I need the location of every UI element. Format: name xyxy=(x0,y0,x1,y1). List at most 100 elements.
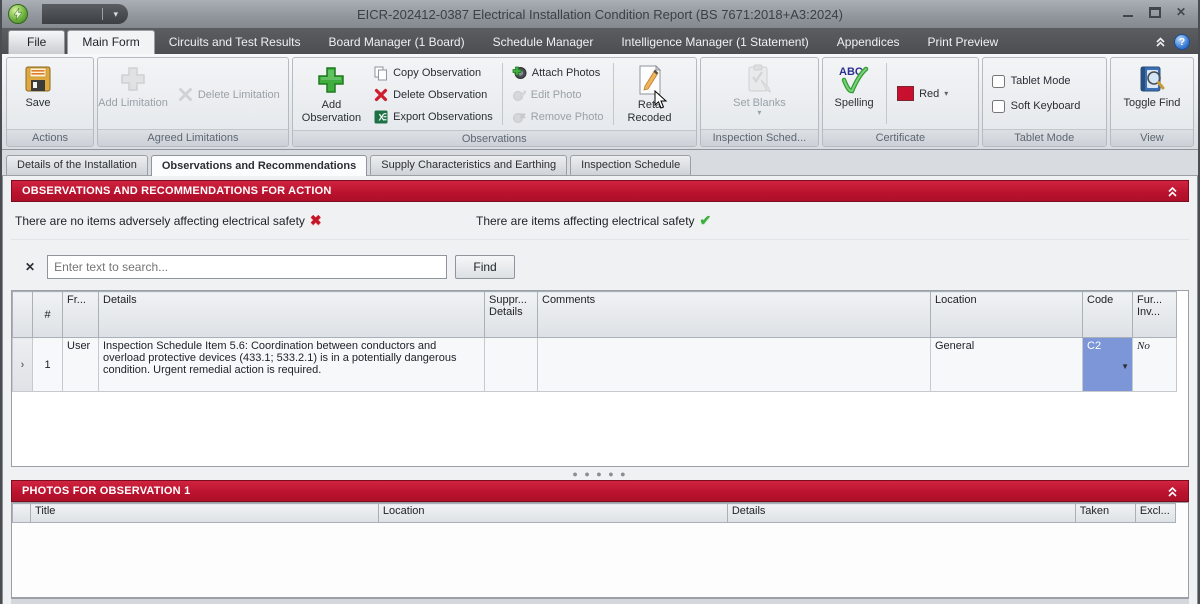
collapse-panel-icon[interactable] xyxy=(1167,186,1178,197)
divider xyxy=(886,63,887,124)
col-code[interactable]: Code xyxy=(1083,292,1133,338)
save-button[interactable]: Save xyxy=(10,60,66,127)
help-button[interactable]: ? xyxy=(1174,34,1190,50)
tab-main-form[interactable]: Main Form xyxy=(67,30,154,54)
col-further-investigation[interactable]: Fur...Inv... xyxy=(1133,292,1177,338)
remove-photo-label: Remove Photo xyxy=(531,111,604,123)
tab-print-preview[interactable]: Print Preview xyxy=(914,31,1013,54)
cell-further-investigation[interactable]: No xyxy=(1133,338,1177,392)
photos-col-location[interactable]: Location xyxy=(378,504,727,523)
tab-circuits[interactable]: Circuits and Test Results xyxy=(155,31,315,54)
find-button[interactable]: Find xyxy=(455,255,515,279)
app-icon[interactable] xyxy=(8,4,28,24)
tab-file[interactable]: File xyxy=(8,30,65,54)
col-from[interactable]: Fr... xyxy=(63,292,99,338)
delete-x-icon xyxy=(178,87,193,102)
divider xyxy=(613,63,614,125)
photos-panel-header: PHOTOS FOR OBSERVATION 1 xyxy=(11,480,1189,502)
photos-col-taken[interactable]: Taken xyxy=(1075,504,1135,523)
edit-photo-button[interactable]: Edit Photo xyxy=(507,84,609,106)
attach-photos-icon xyxy=(512,66,527,80)
cell-location[interactable]: General xyxy=(931,338,1083,392)
group-tablet-mode: Tablet Mode Soft Keyboard Tablet Mode xyxy=(982,57,1107,147)
maximize-button[interactable] xyxy=(1149,7,1161,18)
add-limitation-button[interactable]: Add Limitation xyxy=(101,60,165,127)
recoded-label: RetaRecoded xyxy=(628,99,672,125)
tablet-mode-label: Tablet Mode xyxy=(1011,75,1071,87)
doctab-supply-characteristics[interactable]: Supply Characteristics and Earthing xyxy=(370,155,567,175)
collapse-photos-panel-icon[interactable] xyxy=(1167,486,1178,497)
photos-col-title[interactable]: Title xyxy=(31,504,379,523)
observations-panel-header: OBSERVATIONS AND RECOMMENDATIONS FOR ACT… xyxy=(11,180,1189,202)
recoded-button[interactable]: RetaRecoded xyxy=(618,60,682,128)
copy-observation-button[interactable]: Copy Observation xyxy=(369,62,498,84)
photos-col-excl[interactable]: Excl... xyxy=(1135,504,1175,523)
remove-photo-button[interactable]: Remove Photo xyxy=(507,106,609,128)
photos-col-indicator xyxy=(13,504,31,523)
soft-keyboard-checkbox[interactable] xyxy=(992,100,1005,113)
group-actions: Save Actions xyxy=(6,57,94,147)
photos-header-row: Title Location Details Taken Excl... xyxy=(13,504,1176,523)
code-color-label: Red xyxy=(919,88,939,100)
set-blanks-button[interactable]: Set Blanks ▾ xyxy=(727,60,792,127)
add-observation-button[interactable]: AddObservation xyxy=(296,60,367,128)
toggle-find-button[interactable]: Toggle Find xyxy=(1118,60,1187,127)
cell-number[interactable]: 1 xyxy=(33,338,63,392)
tab-schedule-manager[interactable]: Schedule Manager xyxy=(479,31,608,54)
qat-dropdown-icon[interactable]: ▾ xyxy=(113,9,118,20)
tablet-mode-checkbox-row[interactable]: Tablet Mode xyxy=(986,73,1103,90)
cell-code-dropdown[interactable]: C2▼ xyxy=(1083,338,1133,392)
group-certificate: ABC Spelling Red ▾ Certificate xyxy=(822,57,979,147)
clear-search-icon[interactable]: ✕ xyxy=(11,260,39,274)
code-color-dropdown[interactable]: Red ▾ xyxy=(891,60,954,127)
pencil-document-icon xyxy=(635,64,665,96)
col-suppress-details[interactable]: Suppr...Details xyxy=(485,292,538,338)
col-location[interactable]: Location xyxy=(931,292,1083,338)
col-number[interactable]: # xyxy=(33,292,63,338)
cell-details[interactable]: Inspection Schedule Item 5.6: Coordinati… xyxy=(99,338,485,392)
delete-limitation-button[interactable]: Delete Limitation xyxy=(173,84,285,106)
collapse-ribbon-icon[interactable] xyxy=(1155,37,1166,48)
observations-panel-title: OBSERVATIONS AND RECOMMENDATIONS FOR ACT… xyxy=(22,185,331,197)
red-x-icon xyxy=(374,88,388,102)
col-comments[interactable]: Comments xyxy=(538,292,931,338)
observations-table: # Fr... Details Suppr...Details Comments… xyxy=(11,290,1189,467)
items-option[interactable]: There are items affecting electrical saf… xyxy=(476,212,711,229)
attach-photos-label: Attach Photos xyxy=(532,67,601,79)
cell-comments[interactable] xyxy=(538,338,931,392)
ribbon: Save Actions Add Limitation xyxy=(2,54,1198,150)
code-dropdown-icon: ▼ xyxy=(1121,362,1129,371)
observation-row-1[interactable]: › 1 User Inspection Schedule Item 5.6: C… xyxy=(13,338,1177,392)
doctab-observations[interactable]: Observations and Recommendations xyxy=(151,155,367,176)
minimize-button[interactable] xyxy=(1122,7,1134,18)
doctab-inspection-schedule[interactable]: Inspection Schedule xyxy=(570,155,691,175)
close-button[interactable]: ✕ xyxy=(1176,7,1188,18)
green-plus-icon xyxy=(315,64,347,96)
save-label: Save xyxy=(25,97,50,110)
group-view: Toggle Find View xyxy=(1110,57,1194,147)
tab-intelligence-manager[interactable]: Intelligence Manager (1 Statement) xyxy=(607,31,822,54)
attach-photos-button[interactable]: Attach Photos xyxy=(507,62,609,84)
cell-suppress-details[interactable] xyxy=(485,338,538,392)
main-content: OBSERVATIONS AND RECOMMENDATIONS FOR ACT… xyxy=(2,176,1198,604)
bottom-strip xyxy=(11,598,1189,604)
spelling-button[interactable]: ABC Spelling xyxy=(826,60,882,127)
export-observations-button[interactable]: X Export Observations xyxy=(369,106,498,128)
tablet-mode-checkbox[interactable] xyxy=(992,75,1005,88)
tab-appendices[interactable]: Appendices xyxy=(823,31,914,54)
green-check-icon: ✔ xyxy=(700,212,712,229)
tab-board-manager[interactable]: Board Manager (1 Board) xyxy=(315,31,479,54)
soft-keyboard-checkbox-row[interactable]: Soft Keyboard xyxy=(986,98,1103,115)
delete-limitation-label: Delete Limitation xyxy=(198,89,280,101)
panel-splitter[interactable]: ● ● ● ● ● xyxy=(11,467,1189,480)
doctab-details-installation[interactable]: Details of the Installation xyxy=(6,155,148,175)
search-input[interactable] xyxy=(47,255,447,279)
cell-from[interactable]: User xyxy=(63,338,99,392)
col-details[interactable]: Details xyxy=(99,292,485,338)
no-items-option[interactable]: There are no items adversely affecting e… xyxy=(11,212,322,229)
quick-access-toolbar[interactable]: ▾ xyxy=(42,4,128,24)
delete-observation-button[interactable]: Delete Observation xyxy=(369,84,498,106)
photos-col-details[interactable]: Details xyxy=(727,504,1075,523)
document-tabs: Details of the Installation Observations… xyxy=(2,150,1198,176)
safety-status-row: There are no items adversely affecting e… xyxy=(11,202,1189,240)
